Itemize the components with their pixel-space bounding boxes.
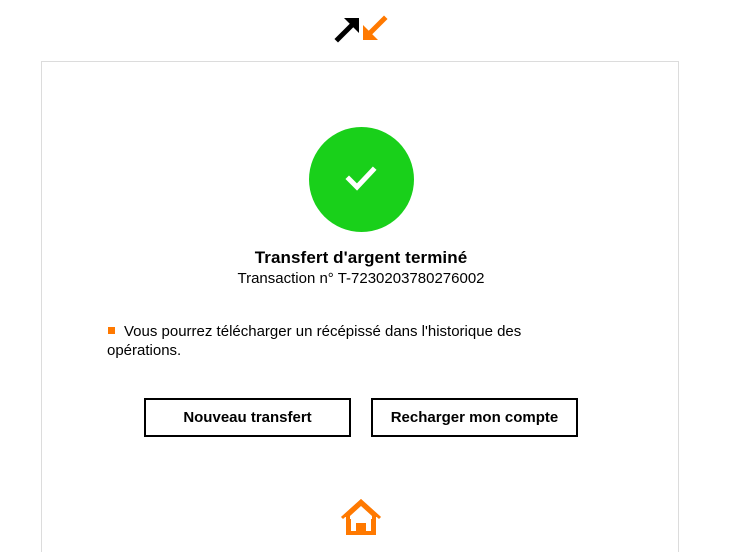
confirmation-title: Transfert d'argent terminé [254,248,468,267]
success-status-circle [309,127,414,232]
recharge-account-button[interactable]: Recharger mon compte [371,398,578,437]
receipt-notice: Vous pourrez télécharger un récépissé da… [107,322,577,360]
receipt-notice-text: Vous pourrez télécharger un récépissé da… [107,323,522,359]
checkmark-icon [345,166,377,191]
transfer-arrows-icon [334,15,388,43]
page: Transfert d'argent terminé Transaction n… [0,0,732,552]
home-icon[interactable] [339,497,383,537]
transaction-number: Transaction n° T-7230203780276002 [237,270,485,287]
bullet-marker [108,327,115,334]
new-transfer-button[interactable]: Nouveau transfert [144,398,351,437]
